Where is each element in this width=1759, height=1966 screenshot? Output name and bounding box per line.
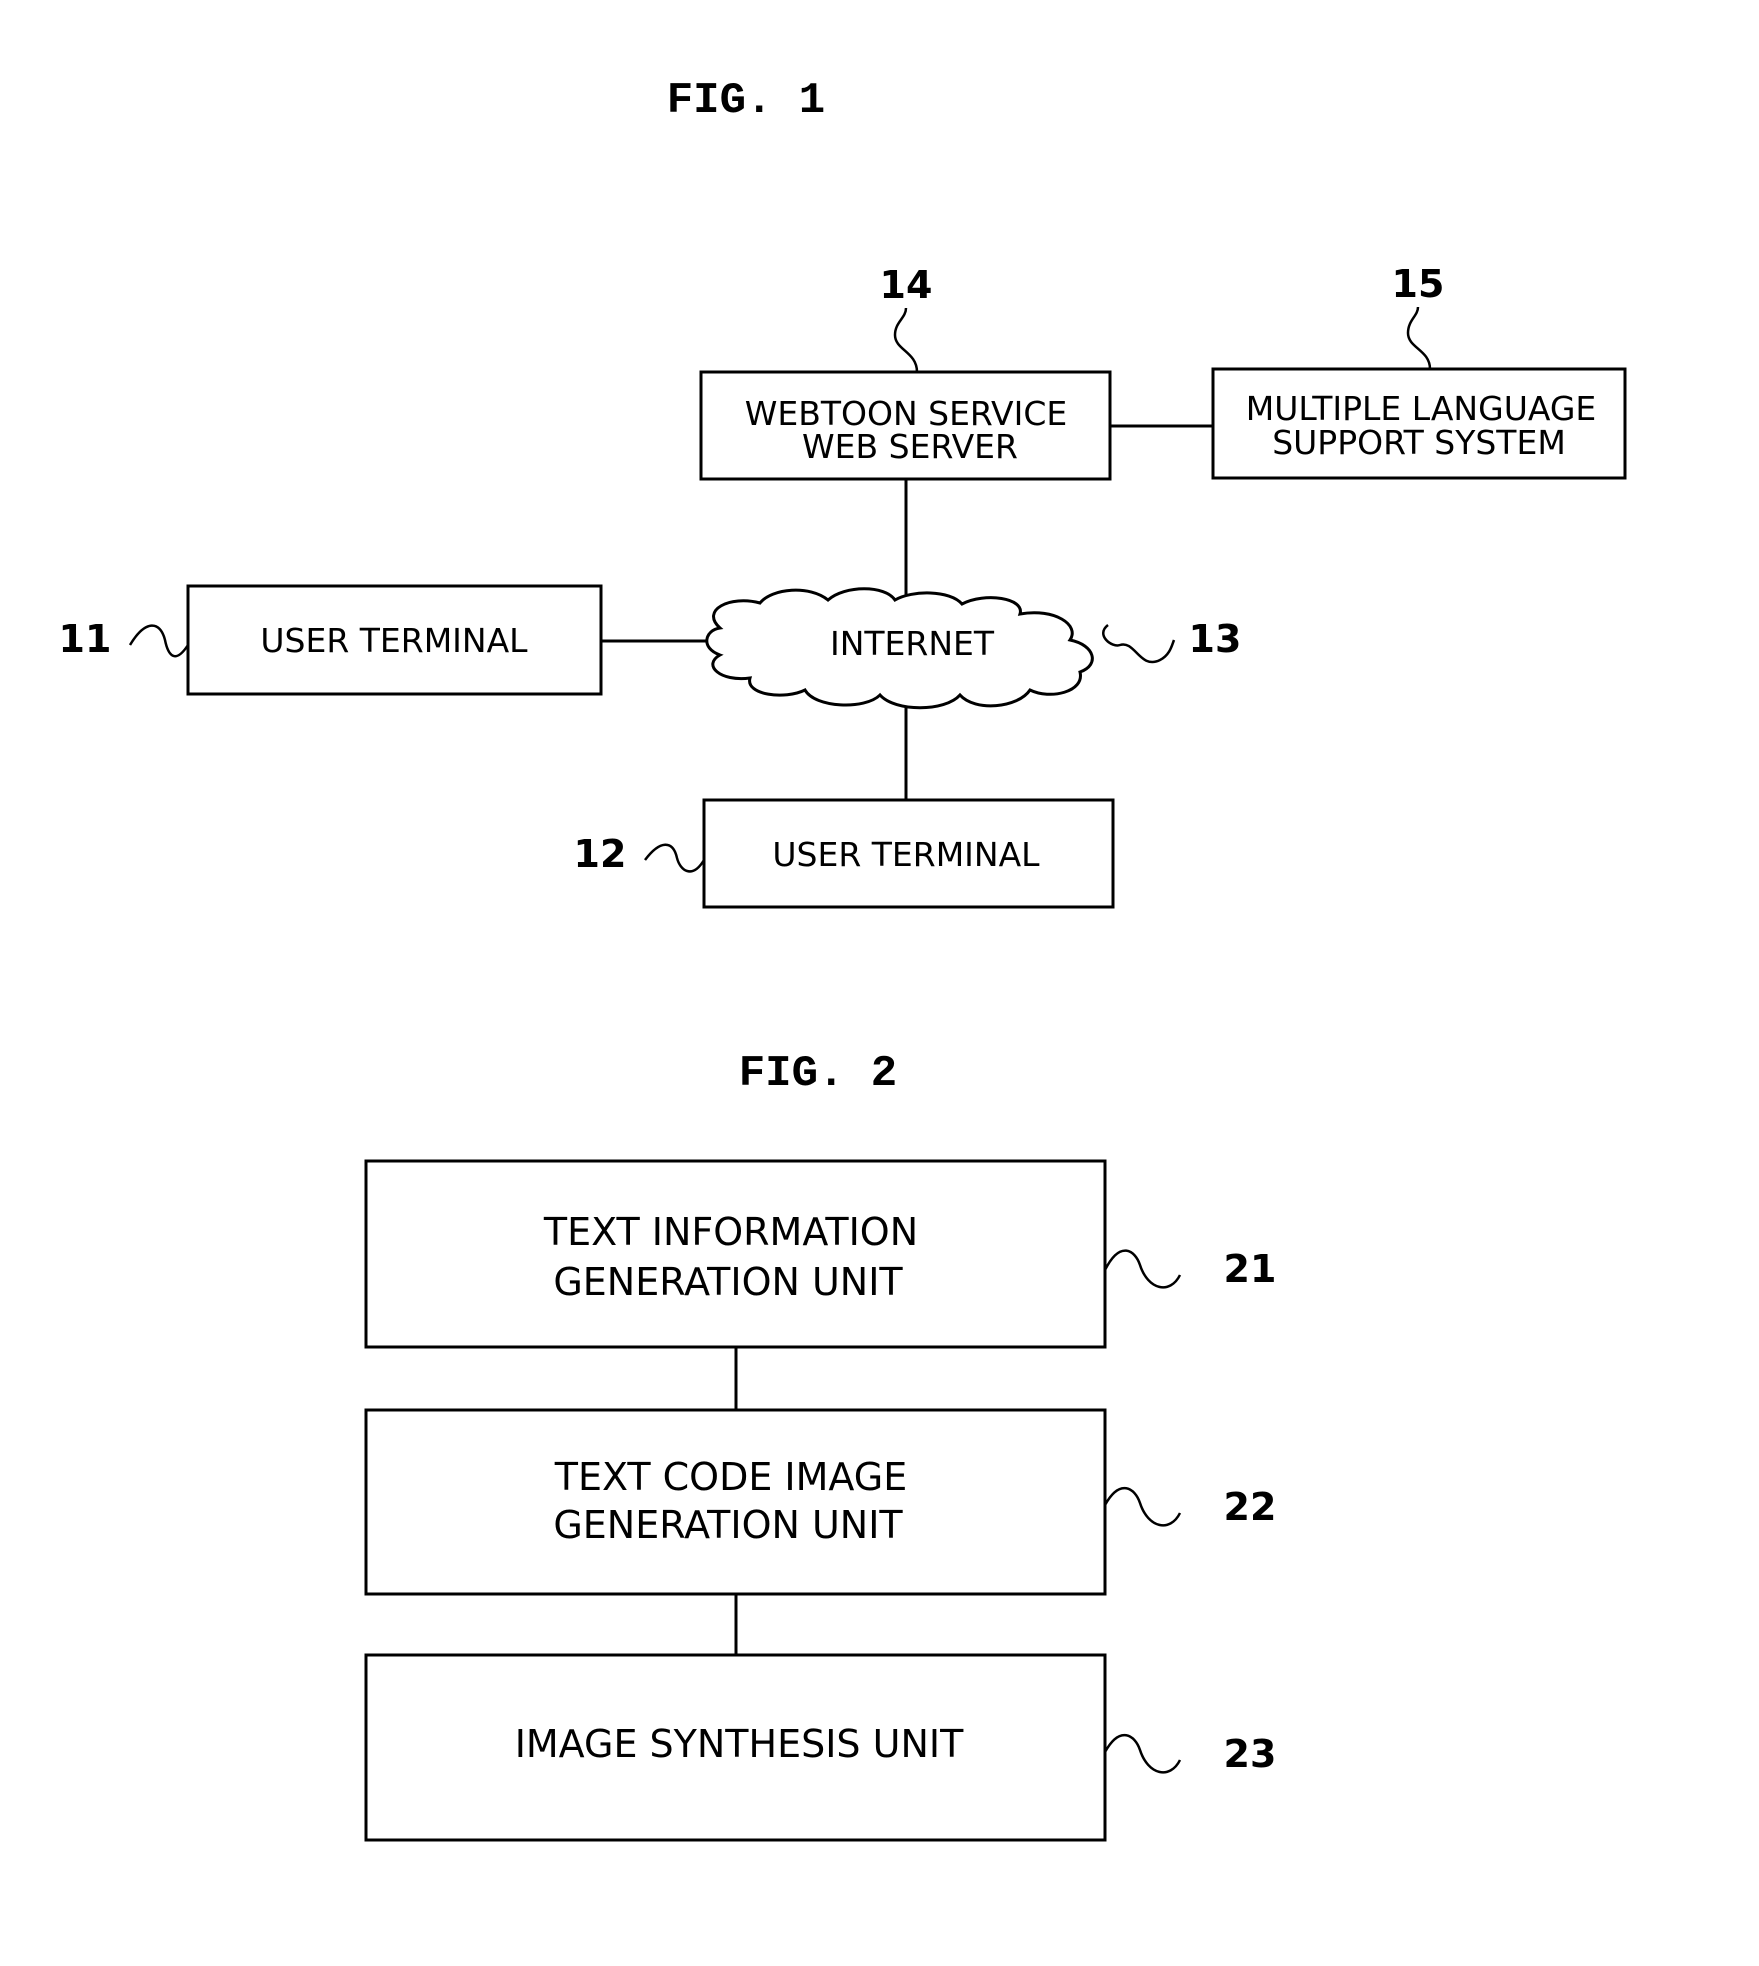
text-info-unit-rect (364, 1159, 1107, 1349)
ref-numeral-14: 14 (880, 263, 933, 307)
leader-line-22 (1103, 1486, 1182, 1527)
ref-numeral-15: 15 (1392, 262, 1445, 306)
leader-line-13 (1102, 624, 1176, 664)
language-system-label-line-2: SUPPORT SYSTEM (1272, 423, 1566, 462)
text-code-unit-rect (364, 1408, 1107, 1596)
internet-label: INTERNET (830, 624, 995, 663)
multiple-language-support-system-box: MULTIPLE LANGUAGE SUPPORT SYSTEM 15 (1211, 262, 1627, 480)
patent-drawing: FIG. 1 WEBTOON SERVICE WEB SERVER 14 MUL… (59, 76, 1627, 1842)
user-terminal-11-label: USER TERMINAL (260, 621, 528, 660)
leader-line-11 (128, 624, 190, 658)
text-code-unit-label-line-2: GENERATION UNIT (553, 1503, 903, 1547)
ref-numeral-13: 13 (1189, 617, 1242, 661)
web-server-label-line-2: WEB SERVER (802, 427, 1018, 466)
ref-numeral-12: 12 (574, 832, 627, 876)
user-terminal-12-box: USER TERMINAL 12 (574, 798, 1115, 909)
leader-line-14 (893, 307, 919, 373)
text-information-generation-unit-box: TEXT INFORMATION GENERATION UNIT 21 (364, 1159, 1277, 1349)
internet-cloud: INTERNET 13 (705, 587, 1242, 710)
figure-2: FIG. 2 TEXT INFORMATION GENERATION UNIT … (364, 1049, 1277, 1842)
text-info-unit-label-line-1: TEXT INFORMATION (543, 1210, 918, 1254)
text-code-image-generation-unit-box: TEXT CODE IMAGE GENERATION UNIT 22 (364, 1408, 1277, 1596)
user-terminal-11-box: USER TERMINAL 11 (59, 584, 603, 696)
ref-numeral-21: 21 (1224, 1247, 1277, 1291)
text-info-unit-label-line-2: GENERATION UNIT (553, 1260, 903, 1304)
image-synthesis-unit-box: IMAGE SYNTHESIS UNIT 23 (364, 1653, 1277, 1842)
ref-numeral-11: 11 (59, 617, 112, 661)
user-terminal-12-label: USER TERMINAL (772, 835, 1040, 874)
leader-line-21 (1103, 1249, 1182, 1289)
image-synthesis-unit-label: IMAGE SYNTHESIS UNIT (515, 1722, 964, 1766)
figure-2-title: FIG. 2 (739, 1049, 897, 1099)
leader-line-15 (1406, 306, 1432, 370)
figure-1-title: FIG. 1 (667, 76, 825, 126)
text-code-unit-label-line-1: TEXT CODE IMAGE (554, 1455, 907, 1499)
ref-numeral-23: 23 (1224, 1732, 1277, 1776)
figure-1: FIG. 1 WEBTOON SERVICE WEB SERVER 14 MUL… (59, 76, 1627, 909)
leader-line-12 (644, 843, 706, 873)
leader-line-23 (1103, 1733, 1182, 1774)
ref-numeral-22: 22 (1224, 1485, 1277, 1529)
webtoon-service-web-server-box: WEBTOON SERVICE WEB SERVER 14 (699, 263, 1112, 481)
